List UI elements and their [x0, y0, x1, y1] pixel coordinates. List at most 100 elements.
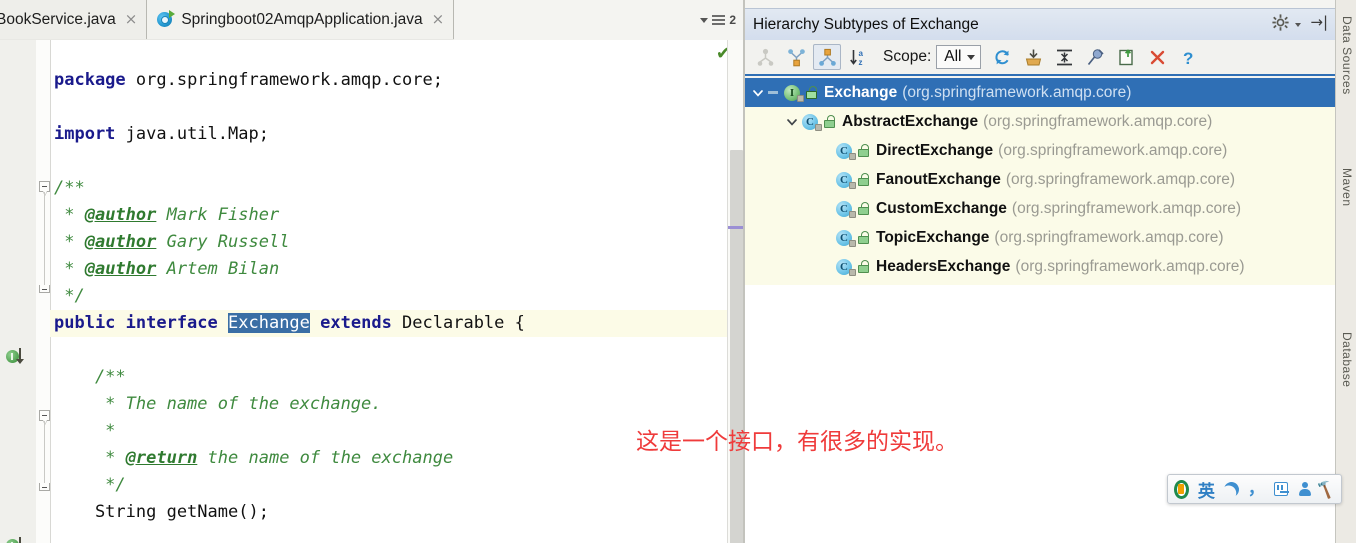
public-visibility-icon — [857, 229, 871, 246]
code-line: * The name of the exchange. — [50, 391, 745, 418]
code-token: java.util.Map; — [115, 124, 269, 144]
tool-window-label[interactable]: Database — [1340, 332, 1354, 387]
tree-row[interactable]: C DirectExchange (org.springframework.amqp… — [745, 136, 1335, 165]
tree-node-package: (org.springframework.amqp.core) — [1005, 170, 1236, 188]
code-token: Exchange — [228, 313, 310, 333]
tree-row[interactable]: C HeadersExchange (org.springframework.amq… — [745, 252, 1335, 281]
public-visibility-icon — [857, 142, 871, 159]
fold-collapse-icon[interactable] — [39, 410, 50, 421]
code-text[interactable]: package org.springframework.amqp.core; i… — [50, 40, 745, 543]
soft-keyboard-icon[interactable] — [1273, 482, 1290, 496]
public-visibility-icon — [857, 171, 871, 188]
tree-node-package: (org.springframework.amqp.core) — [998, 141, 1228, 159]
punctuation-mode-icon[interactable]: ， — [1248, 480, 1265, 497]
tab-count-label: 2 — [729, 13, 736, 27]
class-icon: C — [836, 229, 856, 247]
editor-tab-label: BookService.java — [0, 10, 116, 28]
editor-tab-bar: BookService.java × Springboot02AmqpAppli… — [0, 0, 745, 41]
chevron-down-icon[interactable] — [749, 84, 767, 102]
tree-node-name: DirectExchange — [876, 141, 994, 159]
code-token: String getName(); — [54, 502, 269, 522]
editor-tab-springboot02amqpapplication[interactable]: Springboot02AmqpApplication.java × — [147, 0, 455, 39]
editor-gutter[interactable] — [0, 40, 36, 543]
settings-gear-icon[interactable] — [1272, 13, 1289, 31]
fold-end-icon[interactable] — [39, 483, 50, 491]
chevron-down-icon — [700, 17, 709, 23]
subtypes-hierarchy-icon[interactable] — [813, 44, 841, 70]
public-visibility-icon — [857, 258, 871, 275]
scope-dropdown[interactable]: All — [936, 45, 981, 69]
tree-node-name: FanoutExchange — [876, 170, 1001, 188]
export-icon[interactable] — [1113, 44, 1141, 70]
class-icon: C — [836, 200, 856, 218]
supertypes-hierarchy-icon[interactable] — [782, 44, 810, 70]
code-token: * — [54, 259, 85, 279]
tree-row[interactable]: I Exchange (org.springframework.amqp.core) — [745, 78, 1335, 107]
close-icon[interactable]: × — [432, 12, 445, 27]
tree-node-name: HeadersExchange — [876, 257, 1011, 275]
code-line: package org.springframework.amqp.core; — [50, 67, 745, 94]
code-token: * — [54, 232, 85, 252]
hide-window-icon[interactable]: →| — [1310, 13, 1328, 31]
tab-list-dropdown[interactable]: 2 — [700, 13, 736, 27]
collapse-all-icon[interactable] — [1051, 44, 1079, 70]
tree-row[interactable]: C CustomExchange (org.springframework.amqp… — [745, 194, 1335, 223]
tree-node-package: (org.springframework.amqp.core) — [1011, 199, 1242, 217]
user-account-icon[interactable] — [1297, 481, 1311, 497]
code-token: */ — [54, 286, 85, 306]
tree-node-name: TopicExchange — [876, 228, 990, 246]
tree-node-name: Exchange — [824, 83, 898, 101]
sort-alphabetically-icon[interactable]: a z — [844, 44, 872, 70]
chevron-down-icon[interactable] — [1295, 23, 1302, 27]
tool-window-label[interactable]: Maven — [1340, 168, 1354, 207]
refresh-icon[interactable] — [989, 44, 1017, 70]
svg-text:z: z — [858, 58, 862, 67]
close-icon[interactable]: × — [125, 12, 138, 27]
close-icon[interactable] — [1144, 44, 1172, 70]
editor-tab-bookservice[interactable]: BookService.java × — [0, 0, 148, 39]
sogou-logo-icon[interactable] — [1174, 479, 1189, 499]
code-editor[interactable]: package org.springframework.amqp.core; i… — [0, 40, 745, 543]
input-mode-label[interactable]: 英 — [1198, 477, 1215, 502]
tree-node-package: (org.springframework.amqp.core) — [1015, 257, 1245, 275]
scope-label: Scope: — [883, 48, 932, 65]
chevron-down-icon — [966, 54, 975, 60]
inheritance-arrow-icon — [768, 86, 782, 100]
tree-row[interactable]: C AbstractExchange (org.springframework.am… — [745, 107, 1335, 136]
expand-all-icon[interactable] — [1020, 44, 1048, 70]
code-token: import — [54, 124, 116, 144]
public-visibility-icon — [857, 200, 871, 217]
code-line: /** — [50, 175, 745, 202]
code-line: */ — [50, 283, 745, 310]
help-icon[interactable]: ? — [1175, 44, 1203, 70]
tool-window-label[interactable]: Data Sources — [1340, 16, 1354, 95]
fold-collapse-icon[interactable] — [39, 181, 50, 192]
tree-node-name: AbstractExchange — [842, 112, 979, 130]
class-hierarchy-icon[interactable] — [751, 44, 779, 70]
tree-row[interactable]: C FanoutExchange (org.springframework.amqp… — [745, 165, 1335, 194]
interface-icon: I — [784, 84, 804, 102]
tree-row[interactable]: C TopicExchange (org.springframework.amqp.… — [745, 223, 1335, 252]
pin-tab-icon[interactable] — [1082, 44, 1110, 70]
chevron-down-icon[interactable] — [783, 113, 801, 131]
code-folding-strip[interactable] — [36, 40, 51, 543]
implemented-by-gutter-icon[interactable] — [6, 536, 28, 543]
code-line: /** — [50, 364, 745, 391]
fold-end-icon[interactable] — [39, 285, 50, 293]
night-mode-icon[interactable] — [1224, 482, 1239, 497]
class-icon: C — [836, 171, 856, 189]
ime-toolbar[interactable]: 英 ， 🔨 — [1167, 474, 1342, 504]
scrollbar-thumb[interactable] — [730, 150, 743, 543]
toolbox-icon[interactable]: 🔨 — [1314, 477, 1338, 500]
public-visibility-icon — [805, 84, 819, 101]
scope-value: All — [944, 48, 962, 65]
hierarchy-tree[interactable]: I Exchange (org.springframework.amqp.core)… — [745, 78, 1335, 285]
implemented-by-gutter-icon[interactable] — [6, 347, 28, 367]
code-line: String getName(); — [50, 499, 745, 526]
